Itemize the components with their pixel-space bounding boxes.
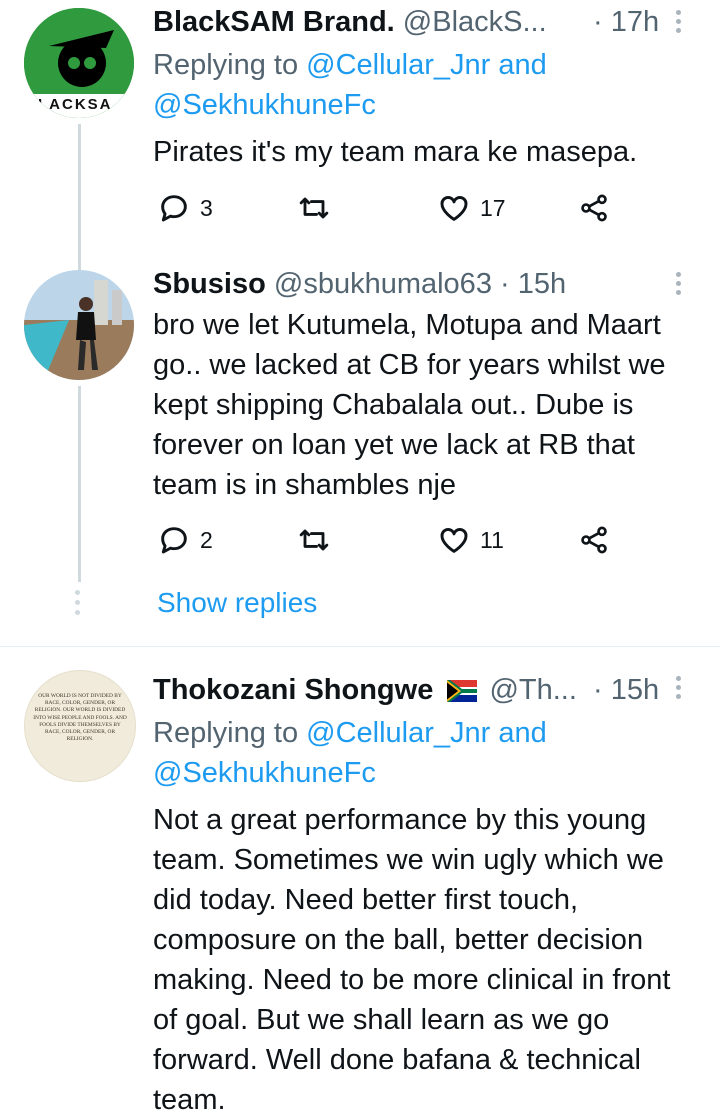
more-options-icon[interactable]: [676, 272, 684, 299]
author-name[interactable]: BlackSAM Brand.: [153, 6, 395, 38]
reply-count: 2: [200, 526, 213, 553]
share-icon: [581, 194, 607, 222]
more-options-icon[interactable]: [676, 10, 684, 37]
replying-prefix: Replying to: [153, 717, 299, 749]
replying-and[interactable]: and: [498, 717, 546, 749]
author-handle[interactable]: @BlackS...: [403, 6, 547, 38]
author-line: Thokozani Shongwe @Th...: [153, 674, 577, 707]
author-line: BlackSAM Brand. @BlackS...: [153, 6, 547, 39]
thread-line: [78, 386, 81, 582]
tweet-time[interactable]: · 15h: [500, 268, 566, 300]
retweet-icon: [299, 529, 329, 551]
author-handle[interactable]: @Th...: [489, 674, 576, 706]
tweet-time[interactable]: · 17h: [593, 6, 659, 39]
avatar[interactable]: [24, 270, 134, 380]
retweet-icon: [299, 197, 329, 219]
mention-link[interactable]: @SekhukhuneFc: [153, 757, 376, 789]
profile-photo: [24, 270, 134, 380]
mention-link[interactable]: @Cellular_Jnr: [306, 49, 490, 81]
reply-icon: [161, 195, 187, 222]
tweet-time[interactable]: · 15h: [593, 674, 659, 707]
like-count: 17: [480, 194, 506, 221]
more-options-icon[interactable]: [676, 676, 684, 703]
retweet-button[interactable]: [296, 192, 332, 224]
replying-and[interactable]: and: [498, 49, 546, 81]
avatar-quote-text: Our world is not divided by race, color,…: [33, 693, 127, 743]
avatar[interactable]: LACKSA: [24, 8, 134, 118]
like-button[interactable]: 17: [438, 192, 506, 224]
avatar-logo-text: LACKSA: [38, 96, 113, 113]
mention-link[interactable]: @SekhukhuneFc: [153, 89, 376, 121]
share-icon: [581, 526, 607, 554]
replying-to: Replying to @Cellular_Jnr and @Sekhukhun…: [153, 45, 623, 125]
heart-icon: [440, 196, 468, 221]
heart-icon: [440, 528, 468, 553]
mention-link[interactable]: @Cellular_Jnr: [306, 717, 490, 749]
author-handle[interactable]: @sbukhumalo63: [274, 268, 492, 300]
like-count: 11: [480, 526, 504, 553]
author-name[interactable]: Sbusiso: [153, 268, 266, 300]
replying-prefix: Replying to: [153, 49, 299, 81]
south-africa-flag-icon: [447, 680, 478, 702]
replying-to: Replying to @Cellular_Jnr and @Sekhukhun…: [153, 713, 623, 793]
reply-count: 3: [200, 194, 213, 221]
share-button[interactable]: [578, 524, 610, 556]
reply-button[interactable]: 2: [158, 524, 213, 556]
show-replies-link[interactable]: Show replies: [157, 587, 317, 619]
author-name[interactable]: Thokozani Shongwe: [153, 674, 433, 706]
divider: [0, 646, 720, 647]
tweet-text: Not a great performance by this young te…: [153, 804, 671, 1116]
author-line: Sbusiso @sbukhumalo63 · 15h: [153, 268, 566, 301]
thread-line: [78, 124, 81, 272]
reply-button[interactable]: 3: [158, 192, 213, 224]
share-button[interactable]: [578, 192, 610, 224]
tweet-text: bro we let Kutumela, Motupa and Maart go…: [153, 309, 666, 501]
avatar[interactable]: Our world is not divided by race, color,…: [24, 670, 136, 782]
like-button[interactable]: 11: [438, 524, 504, 556]
reply-icon: [161, 527, 187, 554]
retweet-button[interactable]: [296, 524, 332, 556]
tweet-text: Pirates it's my team mara ke masepa.: [153, 136, 638, 168]
thread-continuation-dots: [75, 590, 81, 620]
